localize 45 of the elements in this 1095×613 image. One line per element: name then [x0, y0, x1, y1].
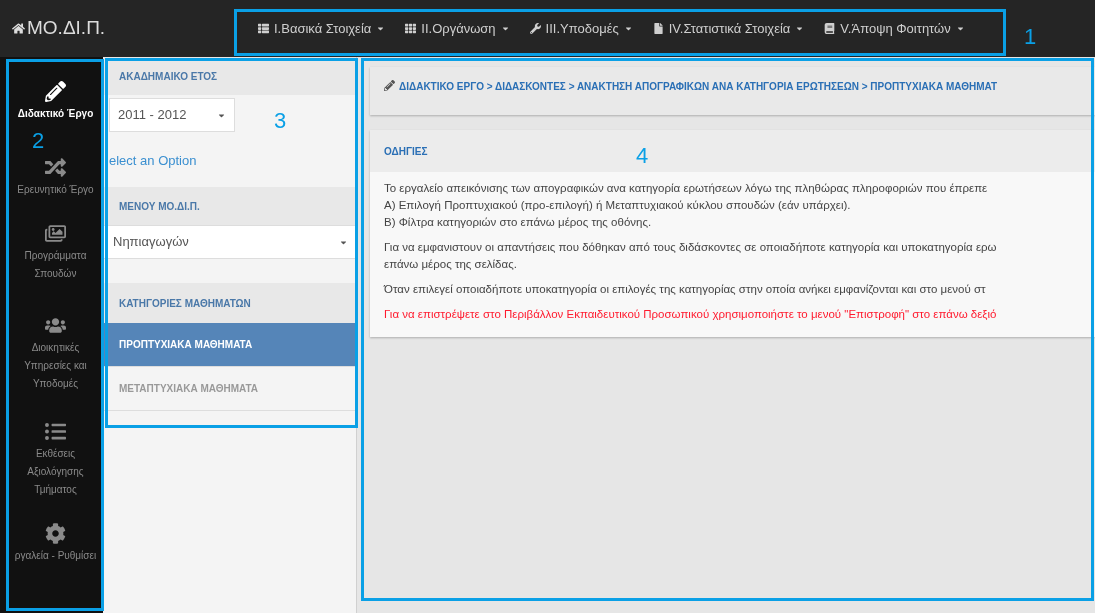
pencil-icon	[45, 81, 66, 102]
sidebar-item[interactable]: ργαλεία - Ρυθμίσει	[9, 523, 102, 565]
callout-number: 3	[274, 107, 287, 135]
nav-menu[interactable]: II.Οργάνωση	[405, 18, 510, 39]
menu-select[interactable]: Νηπιαγωγών	[103, 225, 356, 259]
section-header: ΚΑΤΗΓΟΡΙΕΣ ΜΑΘΗΜΑΤΩΝ	[103, 283, 356, 323]
wrench-icon	[529, 23, 541, 34]
settings-icon	[45, 523, 66, 544]
callout-number: 2	[32, 127, 45, 155]
caret-icon	[376, 24, 386, 33]
grid-icon	[405, 23, 417, 34]
year-select[interactable]: 2011 - 2012	[109, 98, 235, 132]
caret-icon	[955, 24, 965, 33]
callout-number: 1	[1024, 23, 1037, 51]
sidebar-item[interactable]: Διοικητικές Υπηρεσίες και Υποδομές	[9, 315, 102, 393]
nav-menu[interactable]: III.Υποδομές	[529, 18, 633, 39]
nav-menu[interactable]: V.Άποψη Φοιτητών	[824, 18, 965, 39]
instruction-text: Για να εμφανιστουν οι απαντήσεις που δόθηκαν από τους διδάσκοντες σε οποιαδήποτε κατηγορία και υποκατηγορία ερω επάνω μέρος της σελίδας.	[384, 240, 998, 272]
instruction-text: Όταν επιλεγεί οποιαδήποτε υποκατηγορία οι επιλογές της κατηγορίας στην οποία ανήκει εμφανίζονται και στο μενού στ	[384, 282, 987, 297]
shuffle-icon	[45, 157, 66, 178]
nav-menu[interactable]: I.Βασικά Στοιχεία	[258, 18, 386, 39]
list-icon	[45, 421, 66, 442]
warning-text: Για να επιστρέψετε στο Περιβάλλον Εκπαιδευτικού Προσωπικού χρησιμοποιήστε το μενού "Επιστροφή" στο επάνω δεξιό	[384, 307, 998, 322]
pictures-icon	[45, 223, 66, 244]
sidebar-item[interactable]: Προγράμματα Σπουδών	[9, 223, 102, 283]
breadcrumb[interactable]: ΔΙΔΑΚΤΙΚΟ ΕΡΓΟ > ΔΙΔΑΣΚΟΝΤΕΣ > ΑΝΑΚΤΗΣΗ ΑΠΟΓΡΑΦΙΚΩΝ ΑΝΑ ΚΑΤΗΓΟΡΙΑ ΕΡΩΤΗΣΕΩΝ > ΠΡΟΠΤΥΧΙΑΚΑ ΜΑΘΗΜΑΤ	[399, 79, 997, 94]
pencil-icon	[384, 80, 395, 91]
users-icon	[45, 315, 66, 336]
caret-icon	[623, 24, 633, 33]
caret-icon	[795, 24, 805, 33]
brand-link[interactable]: ΜΟ.ΔΙ.Π.	[0, 14, 240, 43]
section-header: ΑΚΑΔΗΜΑΙΚΟ ΕΤΟΣ	[103, 57, 356, 95]
nav-menu[interactable]: IV.Στατιστικά Στοιχεία	[652, 18, 805, 39]
home-icon	[12, 22, 25, 35]
instruction-text: Το εργαλείο απεικόνισης των απογραφικών ανα κατηγορία ερωτήσεων λόγω της πληθώρας πληροφοριών που έπρεπε Α) Επιλογή Προπτυχιακού (προ-επιλογή) ή Μεταπτυχιακού κύκλου σπουδών (εάν υπάρχει). Β) Φίλτρα κατηγοριών στο επάνω μέρος της οθόνης.	[384, 181, 989, 230]
section-header: ΜΕΝΟΥ ΜΟ.ΔΙ.Π.	[103, 187, 356, 225]
caret-icon	[500, 24, 510, 33]
category-item[interactable]: ΠΡΟΠΤΥΧΙΑΚΑ ΜΑΘΗΜΑΤΑ	[103, 323, 356, 367]
book-icon	[824, 23, 836, 34]
sidebar-item[interactable]: Διδακτικό Έργο	[9, 81, 102, 123]
sidebar-item[interactable]: Ερευνητικό Έργο	[9, 157, 102, 199]
file-icon	[652, 23, 664, 34]
callout-number: 4	[636, 142, 649, 170]
list-icon	[258, 23, 269, 34]
sidebar-item[interactable]: Εκθέσεις Αξιολόγησης Τμήματος	[9, 421, 102, 499]
